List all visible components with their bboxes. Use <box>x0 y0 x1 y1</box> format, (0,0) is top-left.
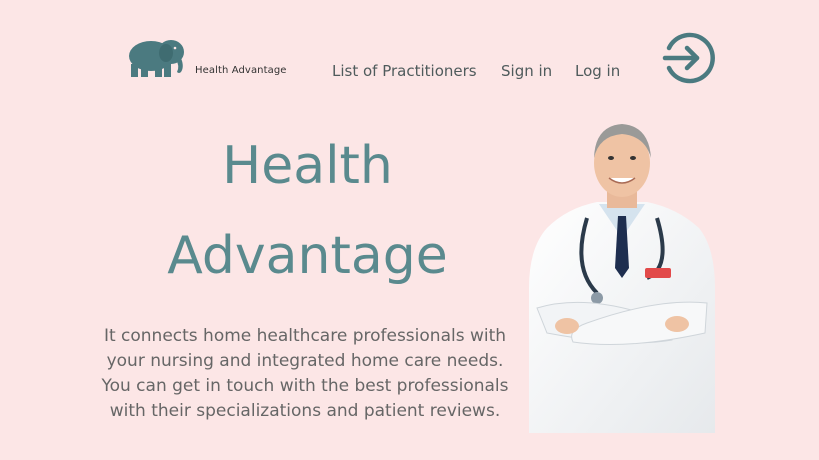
hero-title-line1: Health <box>222 136 393 196</box>
doctor-photo <box>527 118 717 433</box>
nav-sign-in[interactable]: Sign in <box>501 62 552 80</box>
logo[interactable] <box>125 34 189 78</box>
hero-description: It connects home healthcare professional… <box>101 326 509 421</box>
nav-log-in[interactable]: Log in <box>575 62 620 80</box>
login-arrow-icon[interactable] <box>661 31 717 89</box>
nav-list-of-practitioners[interactable]: List of Practitioners <box>332 62 477 80</box>
landing-page: Health Advantage List of Practitioners S… <box>0 0 819 460</box>
elephant-icon <box>129 40 184 77</box>
hero-title-line2: Advantage <box>167 226 448 286</box>
brand-name: Health Advantage <box>195 65 287 76</box>
